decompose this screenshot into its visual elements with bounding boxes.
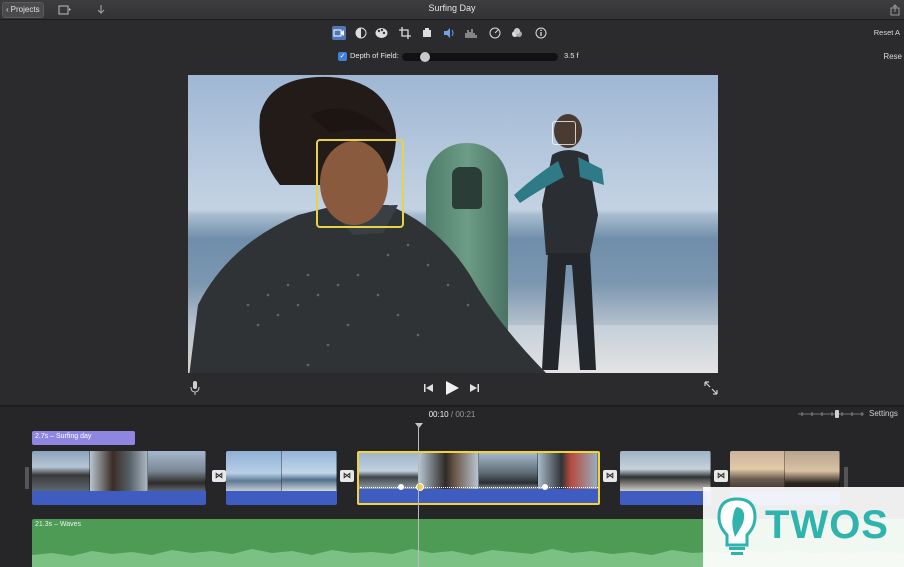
volume-keyframe-line[interactable] (360, 487, 598, 488)
keyframe[interactable] (398, 484, 404, 490)
color-balance-icon[interactable] (354, 26, 368, 40)
transition-icon[interactable]: ⋈ (714, 470, 728, 482)
timecode: 00:10 / 00:21 (0, 410, 904, 419)
timeline-start-handle[interactable] (25, 467, 29, 489)
fullscreen-icon[interactable] (704, 381, 718, 395)
playhead-handle[interactable] (415, 423, 423, 428)
transition-icon[interactable]: ⋈ (603, 470, 617, 482)
info-icon[interactable] (534, 26, 548, 40)
title-bar: ‹ Projects Surfing Day (0, 0, 904, 20)
total-time: 00:21 (455, 410, 476, 419)
stabilization-icon[interactable] (332, 26, 346, 40)
play-icon[interactable] (446, 381, 459, 395)
video-clip[interactable] (32, 451, 206, 505)
keyframe[interactable] (542, 484, 548, 490)
noise-reduction-icon[interactable] (510, 26, 524, 40)
equalizer-icon[interactable] (464, 26, 478, 40)
depth-of-field-slider[interactable] (402, 52, 558, 62)
video-viewer[interactable] (188, 75, 718, 373)
title-clip[interactable]: 2.7s – Surfing day (32, 431, 135, 445)
adjustments-toolbar (330, 24, 560, 42)
timeline-settings-button[interactable]: Settings (869, 409, 898, 418)
depth-of-field-control: ✓ Depth of Field: 3.5 f (338, 50, 598, 63)
depth-of-field-value: 3.5 f (564, 51, 579, 60)
camera-icon[interactable] (420, 26, 434, 40)
crop-icon[interactable] (398, 26, 412, 40)
video-clip[interactable] (620, 451, 711, 505)
transport-controls (424, 381, 479, 395)
window-title: Surfing Day (428, 3, 476, 13)
depth-of-field-checkbox[interactable]: ✓ (338, 52, 347, 61)
lightbulb-icon (717, 497, 757, 555)
volume-icon[interactable] (442, 26, 456, 40)
timeline-end-handle[interactable] (844, 467, 848, 489)
video-clip-selected[interactable] (357, 451, 600, 505)
transition-icon[interactable]: ⋈ (212, 470, 226, 482)
video-clip[interactable] (226, 451, 337, 505)
current-time: 00:10 (428, 410, 449, 419)
speed-icon[interactable] (488, 26, 502, 40)
color-correction-icon[interactable] (374, 26, 388, 40)
timeline-zoom-slider[interactable] (798, 409, 868, 419)
time-separator: / (450, 410, 454, 419)
reset-all-button[interactable]: Reset A (874, 28, 900, 37)
reset-button[interactable]: Rese (883, 52, 902, 61)
title-clip-label: 2.7s – Surfing day (35, 433, 92, 440)
depth-of-field-label: Depth of Field: (350, 51, 399, 60)
face-detection-box-secondary[interactable] (552, 121, 576, 145)
transition-icon[interactable]: ⋈ (340, 470, 354, 482)
share-icon[interactable] (888, 3, 902, 17)
microphone-icon[interactable] (190, 381, 200, 395)
skip-forward-icon[interactable] (470, 384, 479, 392)
audio-clip-label: 21.3s – Waves (35, 521, 82, 528)
slider-knob[interactable] (420, 52, 430, 62)
watermark-logo: TWOS (703, 487, 904, 567)
face-detection-box[interactable] (316, 139, 404, 228)
watermark-text: TWOS (765, 503, 889, 547)
skip-back-icon[interactable] (424, 384, 433, 392)
playhead[interactable] (418, 424, 419, 567)
